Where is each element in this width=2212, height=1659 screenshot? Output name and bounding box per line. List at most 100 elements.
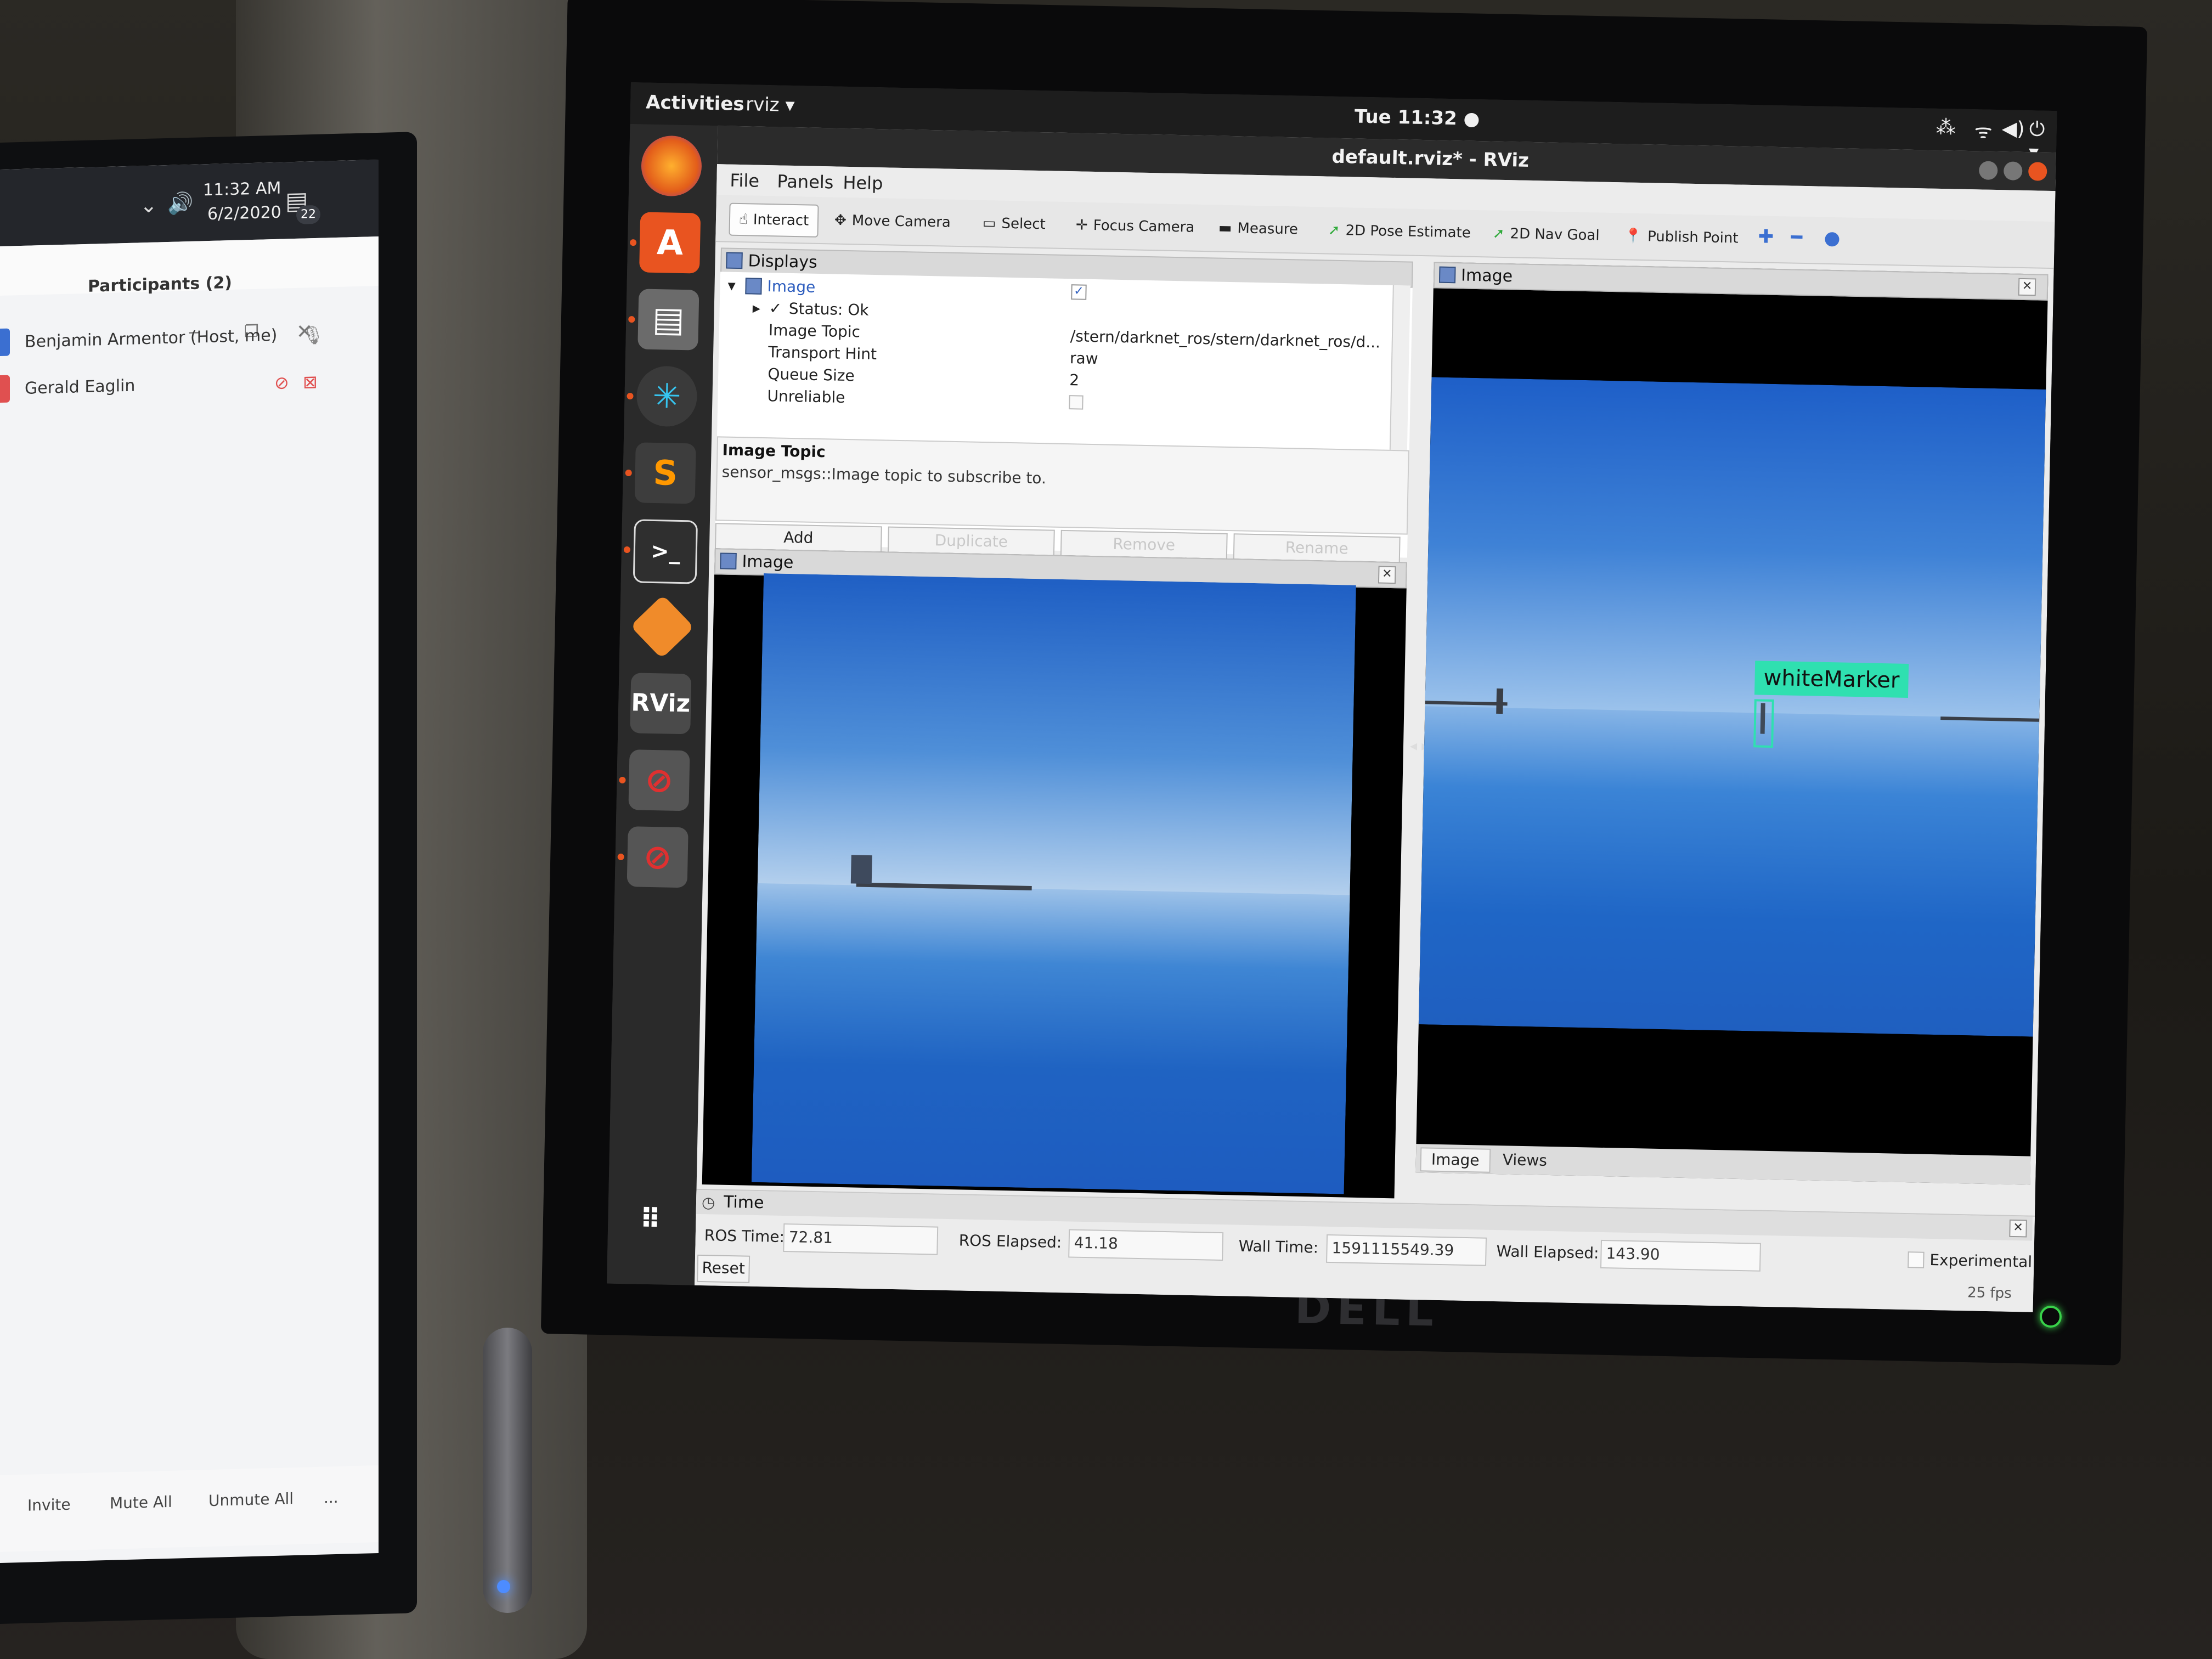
measure-tool[interactable]: ▬ Measure: [1209, 212, 1307, 245]
focus-camera-tool[interactable]: ✛ Focus Camera: [1066, 210, 1203, 243]
enable-checkbox[interactable]: ✓: [1071, 284, 1087, 300]
wifi-icon[interactable]: ᯤ: [1974, 117, 1993, 144]
publish-point-label: Publish Point: [1647, 228, 1739, 247]
slack-icon[interactable]: ✳: [636, 365, 698, 427]
power-icon[interactable]: [2040, 1306, 2062, 1328]
expand-arrow-icon[interactable]: ▸: [752, 299, 760, 317]
blocked-icon[interactable]: ⊘: [628, 749, 690, 811]
participant-name: Gerald Eaglin: [25, 376, 136, 398]
qt-icon[interactable]: [630, 595, 695, 659]
chevron-up-icon[interactable]: ⌄: [140, 193, 157, 218]
more-button[interactable]: ...: [324, 1488, 338, 1507]
wall-time-label: Wall Time:: [1238, 1237, 1319, 1257]
experimental-checkbox[interactable]: [1908, 1251, 1925, 1268]
participants-footer: Invite Mute All Unmute All ...: [0, 1465, 379, 1553]
select-tool[interactable]: ▭ Select: [973, 208, 1054, 240]
monitor-stand: [483, 1328, 532, 1613]
close-icon[interactable]: [2028, 162, 2047, 181]
blocked-icon[interactable]: ⊘: [627, 826, 689, 888]
apps-grid-icon[interactable]: ⠿: [619, 1188, 681, 1250]
avatar: [0, 328, 10, 357]
plus-icon[interactable]: ✚: [1758, 225, 1774, 248]
interact-tool[interactable]: ☝ Interact: [729, 202, 819, 238]
pose-estimate-tool[interactable]: ➚ 2D Pose Estimate: [1319, 215, 1480, 249]
displays-panel: Displays ✕ ▾ Image ✓ ▸ ✓ Status: Ok Imag…: [714, 247, 1413, 565]
move-camera-tool[interactable]: ✥ Move Camera: [825, 205, 960, 238]
unmute-all-button[interactable]: Unmute All: [208, 1489, 294, 1510]
wall-elapsed-field[interactable]: 143.90: [1600, 1239, 1761, 1272]
publish-point-tool[interactable]: 📍 Publish Point: [1615, 221, 1747, 254]
ros-elapsed-field[interactable]: 41.18: [1068, 1229, 1224, 1261]
description-text: sensor_msgs::Image topic to subscribe to…: [721, 462, 1047, 488]
detection-label: whiteMarker: [1754, 661, 1909, 698]
image-panel-left: Image ✕: [702, 548, 1407, 1199]
video-muted-icon[interactable]: ⊠: [303, 371, 318, 393]
activities-button[interactable]: Activities: [646, 92, 744, 116]
windows-tray: ⌄ 🔊 11:32 AM 6/2/2020 ▤ 22: [0, 159, 379, 247]
window-title: default.rviz* - RViz: [1331, 145, 1530, 172]
image-panel-right: Image ✕ whiteMarker Image Views: [1415, 262, 2049, 1185]
mic-muted-icon[interactable]: ⊘: [274, 372, 289, 393]
tree-scrollbar[interactable]: [1389, 285, 1410, 450]
move-camera-label: Move Camera: [851, 212, 951, 231]
time-title: Time: [723, 1192, 764, 1213]
software-icon[interactable]: A: [639, 212, 701, 274]
minimize-icon[interactable]: [1978, 161, 1998, 180]
close-icon[interactable]: ✕: [2009, 1219, 2027, 1238]
expand-arrow-icon[interactable]: ▾: [727, 276, 736, 295]
image-icon: [720, 552, 737, 570]
menu-help[interactable]: Help: [843, 172, 883, 194]
speaker-icon[interactable]: 🔊: [167, 191, 193, 216]
maximize-icon[interactable]: [2003, 161, 2023, 180]
arrow-green-icon: ➚: [1492, 225, 1505, 242]
network-icon[interactable]: ⁂: [1936, 116, 1956, 139]
tab-image[interactable]: Image: [1420, 1147, 1491, 1173]
running-indicator: [619, 776, 626, 784]
camera-view-left[interactable]: [751, 573, 1356, 1194]
close-icon[interactable]: ✕: [2018, 278, 2036, 296]
volume-icon[interactable]: ◀): [2001, 117, 2025, 140]
reset-button[interactable]: Reset: [697, 1254, 751, 1283]
main-monitor-screen: Activities rviz ▾ Tue 11:32 ● ⁂ ᯤ ◀) ⏻ ▾…: [607, 82, 2057, 1312]
terminal-icon[interactable]: >_: [633, 519, 698, 584]
nav-goal-tool[interactable]: ➚ 2D Nav Goal: [1483, 218, 1609, 251]
invite-button[interactable]: Invite: [27, 1496, 71, 1515]
ros-elapsed-label: ROS Elapsed:: [958, 1231, 1062, 1252]
property-value[interactable]: 2: [1069, 371, 1079, 389]
unreliable-checkbox[interactable]: [1069, 395, 1084, 410]
displays-title: Displays: [748, 251, 818, 272]
image-panel-title: Image: [742, 552, 794, 573]
image-display-name[interactable]: Image: [767, 277, 815, 296]
sublime-icon[interactable]: S: [634, 442, 696, 504]
firefox-icon[interactable]: [640, 135, 703, 197]
image-icon: [1438, 266, 1456, 284]
running-indicator: [628, 315, 635, 323]
property-label: Unreliable: [767, 387, 845, 407]
arrow-green-icon: ➚: [1328, 222, 1340, 239]
sky: [757, 573, 1356, 904]
files-icon[interactable]: ▤: [637, 289, 699, 351]
wall-time-field[interactable]: 1591115549.39: [1326, 1234, 1487, 1266]
ros-time-field[interactable]: 72.81: [783, 1223, 939, 1255]
tab-views[interactable]: Views: [1492, 1149, 1557, 1172]
mute-all-button[interactable]: Mute All: [110, 1493, 172, 1513]
app-menu[interactable]: rviz ▾: [746, 93, 795, 116]
property-value[interactable]: raw: [1070, 349, 1098, 368]
ros-time-label: ROS Time:: [704, 1226, 785, 1246]
camera-view-right[interactable]: whiteMarker: [1418, 377, 2046, 1037]
participant-row[interactable]: Gerald Eaglin ⊘ ⊠: [0, 355, 351, 414]
camera-type-icon[interactable]: ●: [1824, 227, 1840, 250]
minus-icon[interactable]: ━: [1791, 227, 1802, 249]
clock[interactable]: Tue 11:32 ●: [1355, 105, 1480, 130]
measure-label: Measure: [1237, 220, 1299, 238]
menu-file[interactable]: File: [730, 170, 759, 191]
detection-box: [1753, 699, 1774, 748]
sea: [1418, 706, 2040, 1037]
participant-name: Benjamin Armentor (Host, me): [25, 325, 278, 352]
wall-elapsed-label: Wall Elapsed:: [1496, 1242, 1599, 1262]
microphone-icon[interactable]: 🎙: [302, 325, 324, 346]
close-icon[interactable]: ✕: [1378, 566, 1396, 584]
menu-panels[interactable]: Panels: [777, 171, 834, 193]
rviz-icon[interactable]: RViz: [630, 673, 692, 735]
participants-title: Participants (2): [88, 273, 232, 296]
